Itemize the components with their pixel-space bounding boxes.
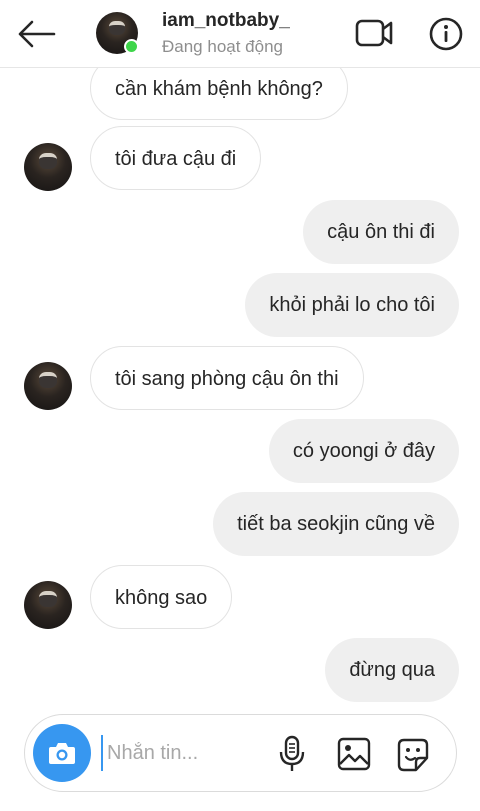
video-call-icon [355, 19, 393, 47]
incoming-message[interactable]: không sao [90, 565, 233, 629]
voice-message-button[interactable] [277, 735, 307, 773]
outgoing-message[interactable]: có yoongi ở đây [268, 419, 459, 483]
active-status-text: Đang hoạt động [162, 37, 283, 56]
video-call-button[interactable] [354, 16, 394, 50]
arrow-left-icon [18, 20, 56, 48]
outgoing-message[interactable]: khỏi phải lo cho tôi [245, 273, 459, 337]
microphone-icon [279, 735, 305, 771]
chat-header: iam_notbaby_ Đang hoạt động [0, 0, 480, 68]
image-gallery-icon [337, 737, 371, 771]
incoming-message[interactable]: tôi đưa cậu đi [90, 126, 262, 190]
outgoing-message[interactable]: tiết ba seokjin cũng về [213, 492, 459, 556]
sticker-icon [397, 738, 429, 772]
sender-avatar[interactable] [24, 362, 72, 410]
message-composer [24, 714, 457, 792]
message-input[interactable] [101, 735, 261, 771]
sticker-button[interactable] [395, 737, 431, 773]
online-status-dot [124, 39, 139, 54]
back-button[interactable] [14, 14, 58, 54]
sender-avatar[interactable] [24, 581, 72, 629]
gallery-button[interactable] [337, 737, 371, 771]
info-icon [429, 17, 463, 51]
camera-button[interactable] [33, 724, 91, 782]
composer-bar [0, 702, 480, 811]
contact-username[interactable]: iam_notbaby_ [162, 10, 290, 32]
camera-icon [49, 743, 75, 764]
outgoing-message[interactable]: cậu ôn thi đi [303, 200, 459, 264]
incoming-message[interactable]: cần khám bệnh không? [90, 68, 348, 120]
incoming-message[interactable]: tôi sang phòng cậu ôn thi [90, 346, 364, 410]
sender-avatar[interactable] [24, 143, 72, 191]
outgoing-message[interactable]: đừng qua [325, 638, 459, 702]
message-thread[interactable]: cần khám bệnh không? tôi đưa cậu đi cậu … [0, 68, 480, 702]
info-button[interactable] [428, 16, 464, 52]
